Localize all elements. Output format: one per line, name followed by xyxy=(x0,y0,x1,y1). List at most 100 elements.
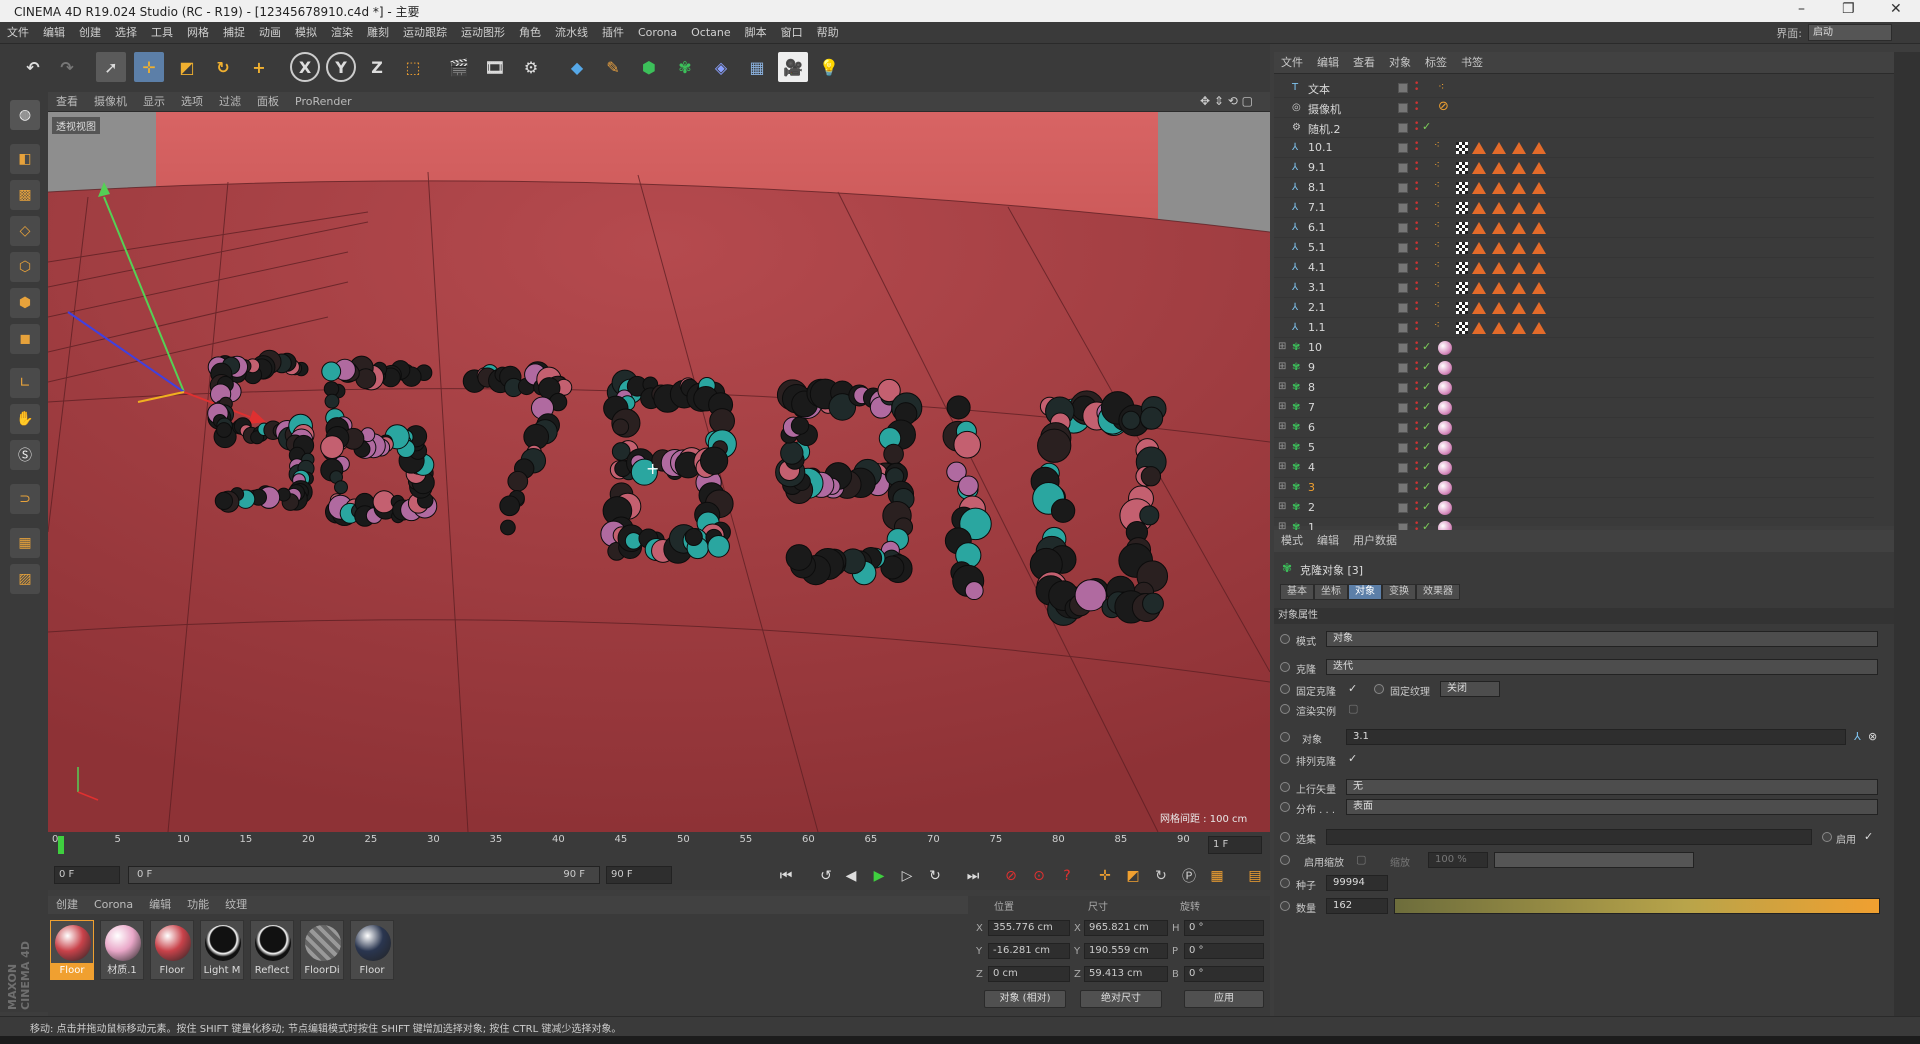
expand-icon[interactable]: ⊞ xyxy=(1278,341,1286,352)
enable-checkbox[interactable]: ✓ xyxy=(1864,830,1873,843)
key-rotation-icon[interactable]: ↻ xyxy=(1150,866,1172,886)
visibility-toggle[interactable] xyxy=(1398,403,1408,413)
model-mode-icon[interactable]: ◧ xyxy=(10,144,40,174)
max-frame-field[interactable]: 90 F xyxy=(606,866,672,884)
object-row[interactable]: ⊞ ✾ 3 • • ✓ xyxy=(1274,478,1874,498)
fixtex-anim-dot[interactable] xyxy=(1374,684,1384,694)
menu-item-17[interactable]: Octane xyxy=(684,22,738,44)
seed-field[interactable]: 99994 xyxy=(1326,875,1388,891)
visibility-toggle[interactable] xyxy=(1398,343,1408,353)
viewport-nav-icons[interactable]: ✥ ⇕ ⟲ ▢ xyxy=(1200,94,1253,108)
coordinate-system-icon[interactable]: ⬚ xyxy=(398,52,428,82)
arrange-anim-dot[interactable] xyxy=(1280,754,1290,764)
goto-end-icon[interactable]: ⏭ xyxy=(962,866,984,886)
pos-z-field[interactable]: 0 cm xyxy=(988,966,1070,982)
object-menu-item-3[interactable]: 对象 xyxy=(1382,52,1418,74)
rot-h-field[interactable]: 0 ° xyxy=(1184,920,1264,936)
material-menu-item-0[interactable]: 创建 xyxy=(48,896,86,914)
visibility-toggle[interactable] xyxy=(1398,463,1408,473)
menu-item-14[interactable]: 流水线 xyxy=(548,22,595,44)
selection-field[interactable] xyxy=(1326,829,1812,845)
visibility-toggle[interactable] xyxy=(1398,203,1408,213)
key-param-icon[interactable]: Ⓟ xyxy=(1178,866,1200,886)
render-settings-icon[interactable]: ⚙ xyxy=(516,52,546,82)
close-button[interactable]: ✕ xyxy=(1890,1,1902,17)
expand-icon[interactable]: ⊞ xyxy=(1278,381,1286,392)
count-slider[interactable] xyxy=(1394,898,1880,914)
record-icon[interactable]: ⊘ xyxy=(1000,866,1022,886)
object-row[interactable]: ⊞ ✾ 4 • • ✓ xyxy=(1274,458,1874,478)
menu-item-0[interactable]: 文件 xyxy=(0,22,36,44)
up-vector-select[interactable]: 无 xyxy=(1346,779,1878,795)
rotate-tool-icon[interactable]: ↻ xyxy=(208,52,238,82)
menu-item-8[interactable]: 模拟 xyxy=(288,22,324,44)
material-menu-item-2[interactable]: 编辑 xyxy=(141,896,179,914)
viewport-menu-item-6[interactable]: ProRender xyxy=(287,92,360,112)
key-pla-icon[interactable]: ▦ xyxy=(1206,866,1228,886)
restore-button[interactable]: ❐ xyxy=(1842,1,1855,17)
layer-dots[interactable]: •• xyxy=(1414,260,1419,275)
enabled-check[interactable]: ✓ xyxy=(1422,400,1431,413)
object-row[interactable]: ⅄ 10.1 • • ⁖ xyxy=(1274,138,1874,158)
cube-icon[interactable]: ◆ xyxy=(562,52,592,82)
render-view-icon[interactable]: 🎬 xyxy=(444,52,474,82)
pos-y-field[interactable]: -16.281 cm xyxy=(988,943,1070,959)
menu-item-11[interactable]: 运动跟踪 xyxy=(396,22,454,44)
minimize-button[interactable]: – xyxy=(1798,1,1805,17)
mode-anim-dot[interactable] xyxy=(1280,634,1290,644)
attribute-menu-item-2[interactable]: 用户数据 xyxy=(1346,530,1404,552)
visibility-toggle[interactable] xyxy=(1398,183,1408,193)
planar-workplane-icon[interactable]: ▨ xyxy=(10,564,40,594)
current-frame-field[interactable]: 0 F xyxy=(54,866,120,884)
object-row[interactable]: ⊞ ✾ 5 • • ✓ xyxy=(1274,438,1874,458)
layer-dots[interactable]: •• xyxy=(1414,480,1419,495)
camera-icon[interactable]: 🎥 xyxy=(778,52,808,82)
layer-dots[interactable]: •• xyxy=(1414,380,1419,395)
material-menu-item-3[interactable]: 功能 xyxy=(179,896,217,914)
undo-icon[interactable]: ↶ xyxy=(18,52,48,82)
material-swatch[interactable]: FloorDi xyxy=(300,920,344,980)
keyframe-selection-icon[interactable]: ? xyxy=(1056,866,1078,886)
play-icon[interactable]: ▶ xyxy=(868,866,890,886)
attribute-tab[interactable]: 坐标 xyxy=(1314,584,1348,600)
count-anim-dot[interactable] xyxy=(1280,901,1290,911)
workplane-lock-icon[interactable]: ▦ xyxy=(10,528,40,558)
material-swatch[interactable]: Floor xyxy=(150,920,194,980)
enabled-check[interactable]: ✓ xyxy=(1422,120,1431,133)
layer-dots[interactable]: •• xyxy=(1414,420,1419,435)
menu-item-5[interactable]: 网格 xyxy=(180,22,216,44)
render-instance-checkbox[interactable]: ▢ xyxy=(1348,702,1358,715)
polygons-mode-icon[interactable]: ◼ xyxy=(10,324,40,354)
menu-item-15[interactable]: 插件 xyxy=(595,22,631,44)
distribution-select[interactable]: 表面 xyxy=(1346,799,1878,815)
goto-start-icon[interactable]: ⏮ xyxy=(775,866,797,886)
layer-dots[interactable]: •• xyxy=(1414,360,1419,375)
object-row[interactable]: ⊞ ✾ 9 • • ✓ xyxy=(1274,358,1874,378)
expand-icon[interactable]: ⊞ xyxy=(1278,501,1286,512)
enabled-check[interactable]: ✓ xyxy=(1422,420,1431,433)
menu-item-7[interactable]: 动画 xyxy=(252,22,288,44)
layer-dots[interactable]: •• xyxy=(1414,300,1419,315)
object-anim-dot[interactable] xyxy=(1280,732,1290,742)
attribute-tab[interactable]: 效果器 xyxy=(1416,584,1460,600)
object-menu-item-1[interactable]: 编辑 xyxy=(1310,52,1346,74)
object-row[interactable]: ⅄ 8.1 • • ⁖ xyxy=(1274,178,1874,198)
enabled-check[interactable]: ✓ xyxy=(1422,500,1431,513)
object-row[interactable]: ⅄ 3.1 • • ⁖ xyxy=(1274,278,1874,298)
menu-item-3[interactable]: 选择 xyxy=(108,22,144,44)
enabled-check[interactable]: ✓ xyxy=(1422,380,1431,393)
object-link-field[interactable]: 3.1 xyxy=(1346,729,1846,745)
menu-item-20[interactable]: 帮助 xyxy=(810,22,846,44)
menu-item-2[interactable]: 创建 xyxy=(72,22,108,44)
visibility-toggle[interactable] xyxy=(1398,223,1408,233)
enabled-check[interactable]: ✓ xyxy=(1422,340,1431,353)
frame-range-slider[interactable]: 0 F 90 F xyxy=(128,866,600,884)
playhead[interactable] xyxy=(58,836,64,854)
visibility-toggle[interactable] xyxy=(1398,363,1408,373)
rot-p-field[interactable]: 0 ° xyxy=(1184,943,1264,959)
end-frame-field[interactable]: 1 F xyxy=(1208,836,1262,854)
scale-tool-icon[interactable]: ◩ xyxy=(172,52,202,82)
visibility-toggle[interactable] xyxy=(1398,243,1408,253)
y-axis-icon[interactable]: Y xyxy=(326,52,356,82)
prev-key-icon[interactable]: ↺ xyxy=(815,866,837,886)
